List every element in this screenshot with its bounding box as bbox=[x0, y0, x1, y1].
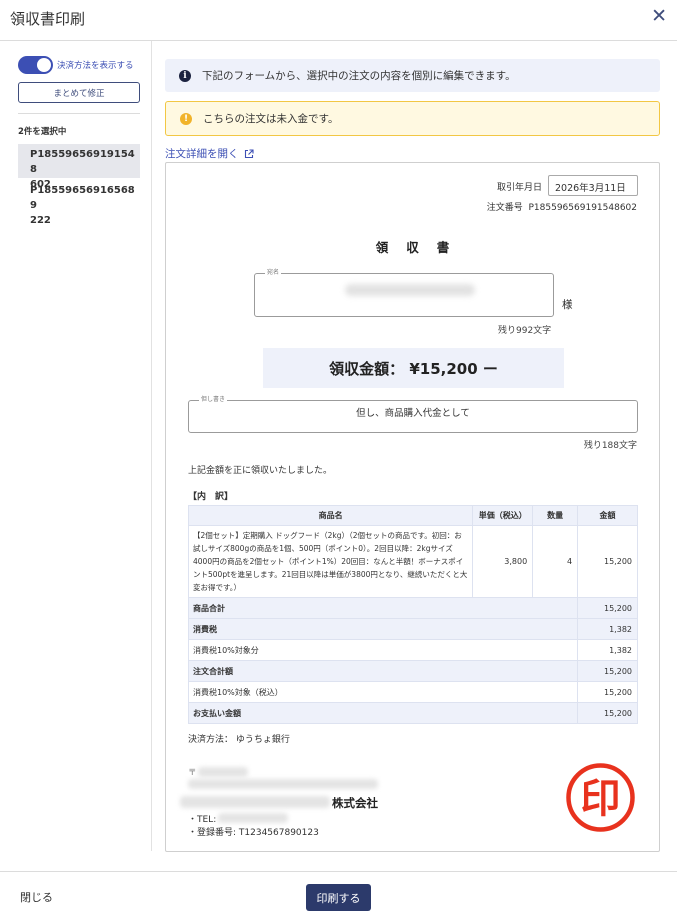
dialog-header: 領収書印刷 ✕ bbox=[0, 0, 677, 41]
summary-row-payment: お支払い金額 15,200 bbox=[187, 702, 638, 724]
bulk-edit-button[interactable]: まとめて修正 bbox=[18, 82, 140, 103]
summary-row-subtotal: 商品合計 15,200 bbox=[187, 597, 638, 619]
print-button[interactable]: 印刷する bbox=[306, 884, 371, 911]
seal-stamp: 印 bbox=[565, 762, 636, 833]
company-name-redacted bbox=[180, 796, 330, 808]
summary-label: 消費税 bbox=[187, 618, 579, 640]
info-icon: i bbox=[179, 69, 191, 82]
date-input[interactable]: 2026年3月11日 bbox=[548, 175, 638, 196]
toggle-knob bbox=[37, 58, 51, 72]
company-suffix: 株式会社 bbox=[332, 796, 378, 810]
sidebar: 決済方法を表示する まとめて修正 2件を選択中 P185596569191548… bbox=[0, 41, 152, 851]
dialog-footer: 閉じる 印刷する bbox=[0, 871, 677, 918]
addressee-legend: 宛名 bbox=[265, 268, 282, 278]
order-number-value: P185596569191548602 bbox=[528, 203, 638, 213]
summary-label: お支払い金額 bbox=[187, 702, 579, 724]
summary-row-tax10: 消費税10%対象分 1,382 bbox=[187, 639, 638, 661]
honorific: 様 bbox=[562, 299, 573, 311]
item-amount: 15,200 bbox=[577, 525, 638, 598]
note-remaining: 残り188文字 bbox=[583, 441, 637, 451]
dialog-title: 領収書印刷 bbox=[10, 10, 86, 28]
external-link-icon bbox=[244, 148, 254, 159]
note-value: 但し、商品購入代金として bbox=[356, 408, 470, 419]
col-header-price: 単価（税込） bbox=[472, 505, 534, 526]
postal-code-redacted bbox=[198, 767, 248, 777]
address-redacted bbox=[188, 779, 378, 789]
receipt-preview: 取引年月日 2026年3月11日 注文番号 P18559656919154860… bbox=[165, 162, 660, 852]
postal-mark: 〒 bbox=[188, 768, 197, 778]
table-row: 【2個セット】定期購入 ドッグフード（2kg）（2個セットの商品です。初回：お試… bbox=[187, 525, 638, 598]
payment-method: 決済方法： ゆうちょ銀行 bbox=[188, 735, 290, 745]
item-price: 3,800 bbox=[472, 525, 534, 598]
order-detail-link-label: 注文詳細を開く bbox=[165, 148, 239, 160]
addressee-field[interactable]: 宛名 bbox=[254, 268, 554, 317]
summary-label: 消費税10%対象（税込） bbox=[187, 681, 579, 703]
summary-label: 消費税10%対象分 bbox=[187, 639, 579, 661]
summary-value: 15,200 bbox=[577, 681, 638, 703]
close-icon[interactable]: ✕ bbox=[651, 6, 667, 26]
sidebar-divider bbox=[18, 113, 140, 114]
selected-count: 2件を選択中 bbox=[18, 127, 67, 137]
col-header-qty: 数量 bbox=[532, 505, 579, 526]
received-text: 上記金額を正に領収いたしました。 bbox=[188, 466, 333, 476]
warning-notice: ! こちらの注文は未入金です。 bbox=[165, 101, 660, 136]
summary-label: 商品合計 bbox=[187, 597, 579, 619]
breakdown-label: 【内 訳】 bbox=[188, 492, 234, 502]
items-table: 商品名 単価（税込） 数量 金額 【2個セット】定期購入 ドッグフード（2kg）… bbox=[187, 505, 638, 724]
note-legend: 但し書き bbox=[199, 395, 228, 405]
addressee-remaining: 残り992文字 bbox=[498, 326, 552, 336]
summary-value: 15,200 bbox=[577, 702, 638, 724]
tel-label: ・TEL: bbox=[188, 815, 217, 825]
order-number-label: 注文番号 bbox=[486, 203, 523, 213]
registration-number: ・登録番号: T1234567890123 bbox=[188, 828, 319, 838]
order-number: 注文番号 P185596569191548602 bbox=[487, 200, 637, 213]
payment-method-toggle[interactable] bbox=[18, 56, 53, 74]
table-header-row: 商品名 単価（税込） 数量 金額 bbox=[187, 505, 638, 526]
toggle-label: 決済方法を表示する bbox=[57, 61, 134, 71]
order-id-line2: 222 bbox=[30, 215, 51, 226]
summary-value: 15,200 bbox=[577, 660, 638, 682]
receipt-amount: 領収金額： ¥15,200 ー bbox=[263, 348, 564, 388]
receipt-title: 領収書 bbox=[375, 240, 468, 255]
addressee-value-redacted bbox=[345, 284, 475, 296]
summary-value: 1,382 bbox=[577, 639, 638, 661]
info-text: 下記のフォームから、選択中の注文の内容を個別に編集できます。 bbox=[202, 70, 516, 82]
order-id-line1: P185596569191548 bbox=[30, 149, 135, 175]
tel-redacted bbox=[218, 813, 288, 823]
note-field[interactable]: 但し書き 但し、商品購入代金として bbox=[188, 395, 638, 433]
summary-value: 15,200 bbox=[577, 597, 638, 619]
item-qty: 4 bbox=[532, 525, 579, 598]
close-button[interactable]: 閉じる bbox=[20, 889, 53, 905]
col-header-amount: 金額 bbox=[577, 505, 638, 526]
order-item[interactable]: P185596569191548 602 bbox=[18, 144, 140, 190]
item-name: 【2個セット】定期購入 ドッグフード（2kg）（2個セットの商品です。初回：お試… bbox=[187, 525, 474, 598]
warning-text: こちらの注文は未入金です。 bbox=[203, 113, 339, 125]
warning-icon: ! bbox=[180, 112, 192, 125]
order-item[interactable]: P185596569165689 222 bbox=[18, 180, 140, 226]
payment-toggle-row: 決済方法を表示する bbox=[18, 56, 134, 74]
col-header-name: 商品名 bbox=[187, 505, 474, 526]
date-label: 取引年月日 bbox=[497, 183, 543, 193]
info-notice: i 下記のフォームから、選択中の注文の内容を個別に編集できます。 bbox=[165, 59, 660, 92]
order-detail-link[interactable]: 注文詳細を開く bbox=[165, 146, 254, 161]
stamp-char: 印 bbox=[581, 776, 621, 822]
summary-value: 1,382 bbox=[577, 618, 638, 640]
summary-row-order-total: 注文合計額 15,200 bbox=[187, 660, 638, 682]
summary-row-taxable: 消費税10%対象（税込） 15,200 bbox=[187, 681, 638, 703]
summary-row-tax: 消費税 1,382 bbox=[187, 618, 638, 640]
summary-label: 注文合計額 bbox=[187, 660, 579, 682]
order-id-line1: P185596569165689 bbox=[30, 185, 135, 211]
